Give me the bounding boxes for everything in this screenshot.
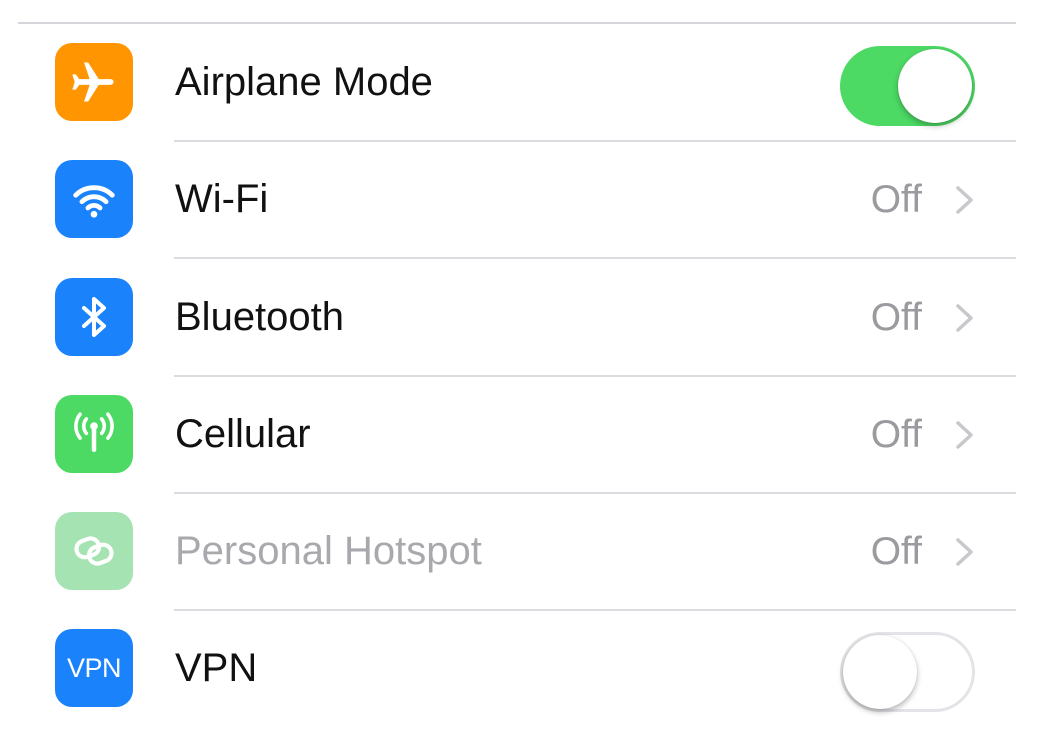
chevron-right-icon: [956, 186, 973, 214]
bluetooth-status-value: Off: [870, 296, 922, 339]
cellular-antenna-icon: [55, 395, 133, 473]
toggle-knob: [843, 635, 917, 709]
airplane-mode-toggle[interactable]: [840, 46, 975, 126]
wifi-status-value: Off: [870, 178, 922, 221]
bluetooth-icon: [55, 278, 133, 356]
toggle-knob: [898, 49, 972, 123]
settings-row-bluetooth[interactable]: Bluetooth Off: [0, 259, 1042, 377]
cellular-status-value: Off: [870, 413, 922, 456]
vpn-icon: VPN: [55, 629, 133, 707]
vpn-toggle[interactable]: [840, 632, 975, 712]
row-label: Airplane Mode: [175, 60, 433, 104]
row-label: VPN: [175, 646, 258, 690]
row-label: Cellular: [175, 412, 311, 456]
settings-group: Airplane Mode Wi-Fi Off Bluetooth Off Ce…: [0, 0, 1042, 744]
chevron-right-icon: [956, 304, 973, 332]
wifi-icon: [55, 160, 133, 238]
row-label: Bluetooth: [175, 295, 345, 339]
settings-row-wifi[interactable]: Wi-Fi Off: [0, 141, 1042, 259]
settings-row-personal-hotspot[interactable]: Personal Hotspot Off: [0, 493, 1042, 611]
chevron-right-icon: [956, 538, 973, 566]
settings-row-vpn[interactable]: VPN VPN: [0, 610, 1042, 727]
chevron-right-icon: [956, 421, 973, 449]
row-label: Personal Hotspot: [175, 529, 482, 573]
settings-row-cellular[interactable]: Cellular Off: [0, 376, 1042, 494]
vpn-icon-text: VPN: [66, 652, 122, 683]
hotspot-link-icon: [55, 512, 133, 590]
hotspot-status-value: Off: [870, 530, 922, 573]
row-label: Wi-Fi: [175, 177, 269, 221]
airplane-icon: [55, 43, 133, 121]
settings-row-airplane-mode[interactable]: Airplane Mode: [0, 24, 1042, 142]
